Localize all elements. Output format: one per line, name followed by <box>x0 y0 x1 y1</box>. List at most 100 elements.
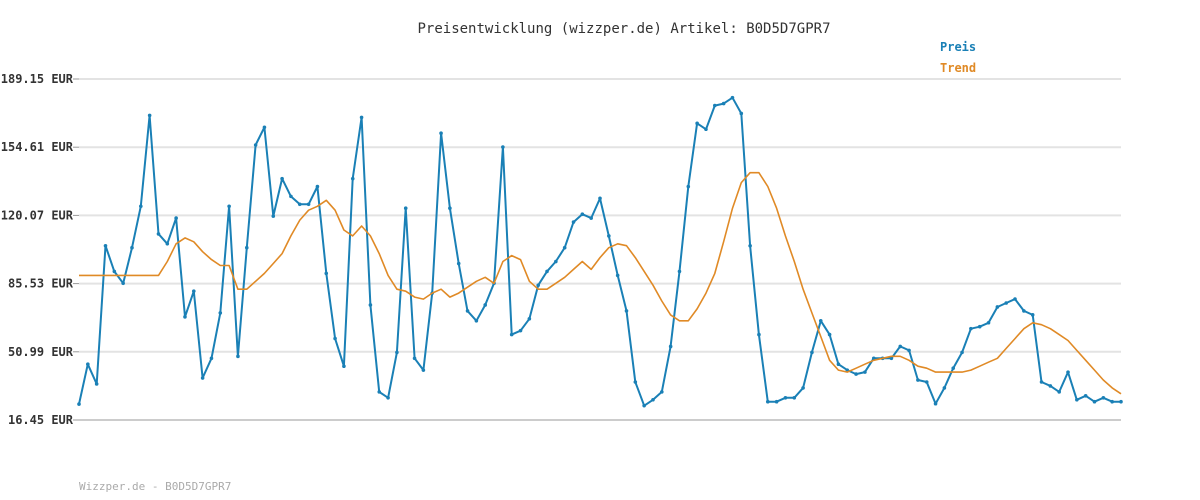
preis-data-point <box>960 350 964 355</box>
preis-data-point <box>1004 301 1009 305</box>
preis-data-point <box>739 111 744 116</box>
preis-data-point <box>147 113 152 118</box>
preis-data-point <box>518 328 523 333</box>
preis-data-point <box>421 368 426 372</box>
preis-data-point <box>174 216 178 220</box>
y-tick-label: 85.53 EUR <box>8 277 74 291</box>
y-tick-label: 154.61 EUR <box>1 140 74 154</box>
series-group <box>77 95 1123 408</box>
preis-data-point <box>244 245 249 250</box>
preis-data-point <box>765 399 770 404</box>
preis-data-point <box>1022 309 1026 313</box>
y-tick-label: 189.15 EUR <box>1 72 74 86</box>
y-tick-label: 16.45 EUR <box>8 413 74 427</box>
preis-data-point <box>624 309 629 313</box>
preis-data-point <box>695 121 699 126</box>
preis-data-point <box>130 245 134 250</box>
preis-data-point <box>545 269 549 274</box>
preis-data-point <box>1119 399 1123 404</box>
preis-data-point <box>86 362 90 367</box>
preis-data-point <box>386 395 390 400</box>
preis-series-line <box>78 96 1121 407</box>
preis-data-point <box>712 103 717 108</box>
preis-data-point <box>218 311 223 315</box>
preis-data-point <box>995 305 1000 309</box>
y-tick-label: 120.07 EUR <box>1 208 74 222</box>
preis-data-point <box>191 289 196 293</box>
preis-data-point <box>1030 313 1035 317</box>
preis-data-point <box>94 382 99 386</box>
preis-data-point <box>333 336 337 341</box>
preis-data-point <box>651 397 655 402</box>
preis-data-point <box>315 184 320 189</box>
preis-data-point <box>730 95 735 100</box>
preis-data-point <box>986 320 991 325</box>
preis-data-point <box>916 378 920 382</box>
y-axis: 189.15 EUR 154.61 EUR 120.07 EUR 85.53 EUR 5… <box>1 72 79 427</box>
preis-data-point <box>501 145 505 149</box>
chart-title: Preisentwicklung (wizzper.de) Artikel: B… <box>417 21 830 37</box>
preis-data-point <box>1101 395 1106 400</box>
preis-data-point <box>377 390 382 394</box>
preis-data-point <box>792 395 797 400</box>
preis-data-point <box>748 243 752 248</box>
preis-data-point <box>297 202 302 207</box>
preis-data-point <box>969 326 973 331</box>
preis-data-point <box>757 332 761 337</box>
preis-data-point <box>1039 380 1044 384</box>
preis-data-point <box>527 317 532 321</box>
preis-data-point <box>1057 390 1061 394</box>
preis-data-point <box>271 214 276 218</box>
preis-data-point <box>863 370 867 374</box>
preis-data-point <box>977 324 982 329</box>
preis-data-point <box>580 212 585 216</box>
preis-data-point <box>907 348 911 353</box>
preis-data-point <box>483 303 488 307</box>
preis-data-point <box>1048 384 1053 388</box>
preis-data-point <box>1075 397 1079 402</box>
preis-data-point <box>774 399 779 404</box>
preis-data-point <box>1110 399 1114 404</box>
preis-data-point <box>677 269 682 274</box>
preis-data-point <box>686 184 691 189</box>
preis-data-point <box>350 176 355 181</box>
preis-data-point <box>121 281 125 286</box>
preis-data-point <box>156 232 161 236</box>
preis-data-point <box>236 354 240 359</box>
preis-data-point <box>642 403 646 408</box>
preis-data-point <box>165 241 170 246</box>
preis-data-point <box>924 380 929 384</box>
preis-data-point <box>554 259 558 264</box>
preis-data-point <box>1013 297 1017 301</box>
preis-data-point <box>783 395 788 400</box>
preis-data-point <box>933 401 938 406</box>
preis-data-point <box>562 245 567 250</box>
preis-data-point <box>951 366 956 370</box>
preis-data-point <box>200 376 205 380</box>
legend-item-preis: Preis <box>940 40 976 54</box>
preis-data-point <box>704 127 708 132</box>
preis-data-point <box>280 176 284 181</box>
preis-data-point <box>633 380 638 384</box>
preis-data-point <box>1083 394 1088 398</box>
preis-data-point <box>536 283 540 288</box>
preis-data-point <box>721 101 726 106</box>
legend: Preis Trend <box>940 40 976 75</box>
preis-data-point <box>456 261 461 266</box>
preis-data-point <box>571 220 576 224</box>
preis-data-point <box>607 234 611 238</box>
preis-data-point <box>836 362 841 367</box>
footer-text: Wizzper.de - B0D5D7GPR7 <box>79 480 232 493</box>
preis-data-point <box>395 350 399 355</box>
legend-item-trend: Trend <box>940 61 976 75</box>
preis-data-point <box>183 315 187 319</box>
preis-data-point <box>898 344 903 349</box>
preis-data-point <box>474 318 479 323</box>
preis-data-point <box>668 344 673 349</box>
preis-data-point <box>1092 399 1097 404</box>
preis-data-point <box>818 318 823 323</box>
price-chart: Preisentwicklung (wizzper.de) Artikel: B… <box>1 21 1123 427</box>
preis-data-point <box>412 356 417 361</box>
preis-data-point <box>827 332 832 337</box>
preis-data-point <box>306 202 311 207</box>
